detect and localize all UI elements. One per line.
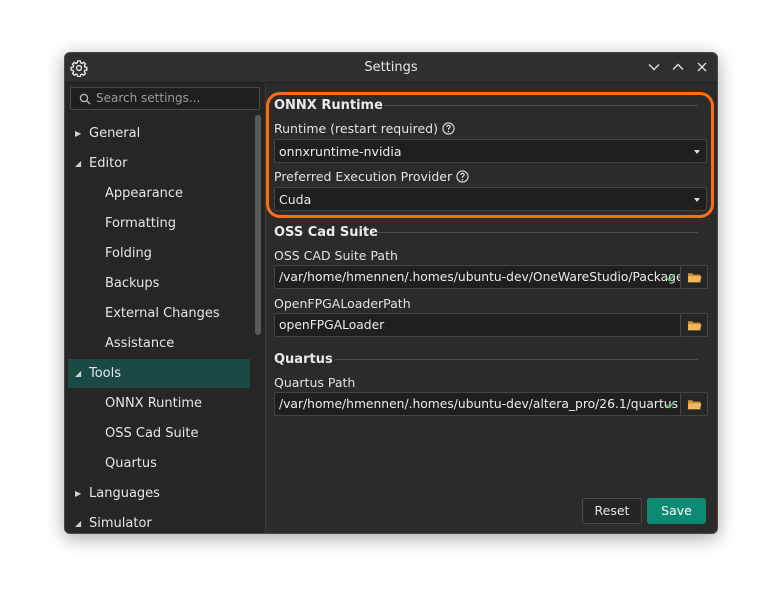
settings-content: ONNX Runtime Runtime (restart required) … xyxy=(266,83,717,533)
sidebar-item-external-changes[interactable]: External Changes xyxy=(68,299,250,328)
collapse-arrow-icon: ◢ xyxy=(75,519,82,528)
sidebar-item-label: ONNX Runtime xyxy=(105,396,203,411)
browse-oss-cad-suite-button[interactable] xyxy=(680,265,708,289)
sidebar-item-languages[interactable]: ▶ Languages xyxy=(68,479,250,508)
runtime-value: onnxruntime-nvidia xyxy=(279,144,402,159)
openfpgaloader-path-value: openFPGALoader xyxy=(279,318,385,332)
oss-cad-suite-path-value: /var/home/hmennen/.homes/ubuntu-dev/OneW… xyxy=(279,270,681,284)
sidebar-item-label: Simulator xyxy=(89,516,152,531)
close-button[interactable] xyxy=(695,60,709,74)
runtime-dropdown[interactable]: onnxruntime-nvidia xyxy=(274,139,707,163)
quartus-path-label: Quartus Path xyxy=(274,375,356,390)
sidebar-item-label: Languages xyxy=(89,486,160,501)
search-icon xyxy=(79,93,91,105)
help-icon[interactable] xyxy=(442,122,455,135)
sidebar-item-label: Formatting xyxy=(105,216,177,231)
browse-openfpgaloader-button[interactable] xyxy=(680,313,708,337)
quartus-path-value: /var/home/hmennen/.homes/ubuntu-dev/alte… xyxy=(279,397,679,411)
collapse-arrow-icon: ◢ xyxy=(75,369,82,378)
sidebar-item-label: Folding xyxy=(105,246,152,261)
sidebar-scrollbar[interactable] xyxy=(255,115,261,335)
sidebar-item-label: Appearance xyxy=(105,186,184,201)
section-title-onnx-runtime: ONNX Runtime xyxy=(274,98,383,113)
sidebar-item-label: Editor xyxy=(89,156,128,171)
runtime-label-text: Runtime (restart required) xyxy=(274,121,438,136)
browse-quartus-button[interactable] xyxy=(680,392,708,416)
sidebar-item-simulator[interactable]: ◢ Simulator xyxy=(68,509,250,533)
section-title-quartus: Quartus xyxy=(274,352,333,367)
openfpgaloader-path-input[interactable]: openFPGALoader xyxy=(274,313,681,337)
minimize-button[interactable] xyxy=(647,60,661,74)
sidebar-item-appearance[interactable]: Appearance xyxy=(68,179,250,208)
folder-icon xyxy=(687,400,702,410)
folder-icon xyxy=(687,321,702,331)
execution-provider-label-text: Preferred Execution Provider xyxy=(274,169,453,184)
check-icon xyxy=(665,274,676,282)
save-button[interactable]: Save xyxy=(647,498,706,524)
oss-cad-suite-path-input[interactable]: /var/home/hmennen/.homes/ubuntu-dev/OneW… xyxy=(274,265,681,289)
sidebar-item-label: General xyxy=(89,126,141,141)
sidebar-item-general[interactable]: ▶ General xyxy=(68,119,250,148)
sidebar-item-label: Tools xyxy=(89,366,122,381)
execution-provider-dropdown[interactable]: Cuda xyxy=(274,187,707,211)
title-bar: Settings xyxy=(65,53,717,83)
chevron-down-icon xyxy=(694,198,700,202)
check-icon xyxy=(665,401,676,409)
sidebar-item-backups[interactable]: Backups xyxy=(68,269,250,298)
sidebar-item-onnx-runtime[interactable]: ONNX Runtime xyxy=(68,389,250,418)
settings-sidebar: Search settings... ▶ General ◢ Editor Ap… xyxy=(65,83,266,533)
sidebar-item-folding[interactable]: Folding xyxy=(68,239,250,268)
settings-window: Settings Search settings... ▶ General ◢ … xyxy=(64,52,718,534)
section-divider xyxy=(384,105,698,106)
expand-arrow-icon: ▶ xyxy=(75,489,82,498)
window-title: Settings xyxy=(364,60,418,75)
runtime-label: Runtime (restart required) xyxy=(274,121,455,136)
section-divider xyxy=(335,359,698,360)
sidebar-item-label: Backups xyxy=(105,276,160,291)
sidebar-item-label: OSS Cad Suite xyxy=(105,426,199,441)
search-placeholder: Search settings... xyxy=(96,91,201,105)
sidebar-item-quartus[interactable]: Quartus xyxy=(68,449,250,478)
chevron-down-icon xyxy=(694,150,700,154)
sidebar-item-assistance[interactable]: Assistance xyxy=(68,329,250,358)
section-title-oss-cad-suite: OSS Cad Suite xyxy=(274,225,378,240)
help-icon[interactable] xyxy=(456,170,469,183)
sidebar-item-tools[interactable]: ◢ Tools xyxy=(68,359,250,388)
collapse-arrow-icon: ◢ xyxy=(75,159,82,168)
section-divider xyxy=(374,232,698,233)
maximize-button[interactable] xyxy=(671,60,685,74)
sidebar-item-label: External Changes xyxy=(105,306,220,321)
expand-arrow-icon: ▶ xyxy=(75,129,82,138)
reset-button[interactable]: Reset xyxy=(582,498,642,524)
quartus-path-input[interactable]: /var/home/hmennen/.homes/ubuntu-dev/alte… xyxy=(274,392,681,416)
folder-icon xyxy=(687,273,702,283)
sidebar-item-oss-cad-suite[interactable]: OSS Cad Suite xyxy=(68,419,250,448)
oss-cad-suite-path-label: OSS CAD Suite Path xyxy=(274,248,398,263)
sidebar-item-label: Assistance xyxy=(105,336,175,351)
openfpgaloader-path-label: OpenFPGALoaderPath xyxy=(274,296,411,311)
execution-provider-label: Preferred Execution Provider xyxy=(274,169,469,184)
sidebar-item-editor[interactable]: ◢ Editor xyxy=(68,149,250,178)
execution-provider-value: Cuda xyxy=(279,192,312,207)
sidebar-item-formatting[interactable]: Formatting xyxy=(68,209,250,238)
sidebar-item-label: Quartus xyxy=(105,456,157,471)
search-input[interactable]: Search settings... xyxy=(70,87,260,110)
